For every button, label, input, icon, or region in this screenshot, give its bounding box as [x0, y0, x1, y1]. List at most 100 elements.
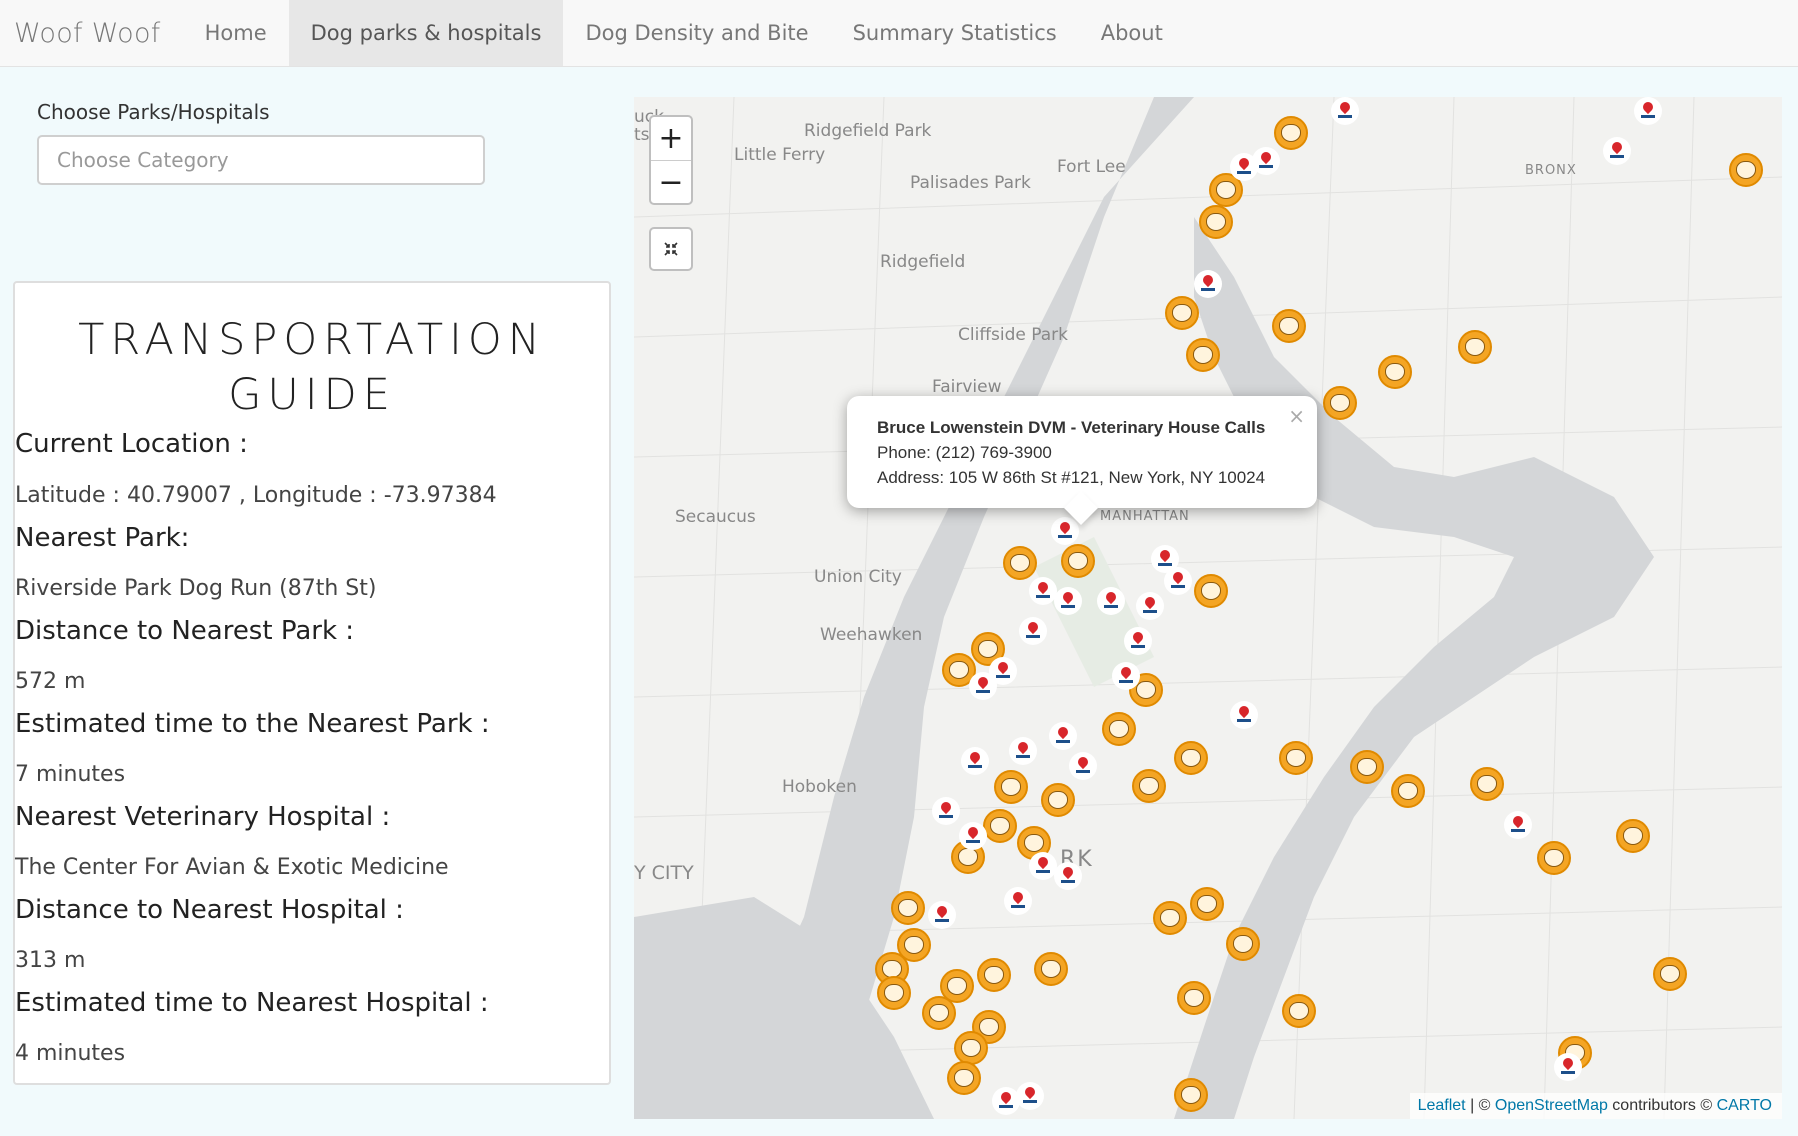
hospital-marker[interactable] [969, 672, 997, 700]
category-select[interactable]: Choose Category [37, 135, 485, 185]
hospital-marker[interactable] [1069, 752, 1097, 780]
hospital-marker[interactable] [1504, 811, 1532, 839]
dog-park-marker[interactable] [1174, 1078, 1208, 1112]
dog-park-marker[interactable] [1272, 309, 1306, 343]
dog-park-marker[interactable] [1165, 296, 1199, 330]
popup-close-button[interactable]: × [1288, 404, 1305, 428]
label-bronx: BRONX [1525, 163, 1577, 178]
time-hospital-value: 4 minutes [15, 1041, 126, 1066]
dog-park-marker[interactable] [1034, 952, 1068, 986]
nav-summary-statistics[interactable]: Summary Statistics [831, 0, 1079, 66]
hospital-marker[interactable] [932, 797, 960, 825]
dog-park-marker[interactable] [1177, 981, 1211, 1015]
dog-park-marker[interactable] [1378, 355, 1412, 389]
hospital-marker[interactable] [1029, 577, 1057, 605]
top-navbar: Woof Woof Home Dog parks & hospitals Dog… [0, 0, 1798, 67]
hospital-marker[interactable] [1124, 627, 1152, 655]
fullscreen-button[interactable] [649, 227, 693, 271]
dog-park-marker[interactable] [954, 1031, 988, 1065]
nav-about[interactable]: About [1079, 0, 1185, 66]
hospital-marker[interactable] [1634, 97, 1662, 125]
distance-hospital-label: Distance to Nearest Hospital : [15, 895, 404, 925]
dog-park-marker[interactable] [1458, 330, 1492, 364]
distance-park-value: 572 m [15, 669, 86, 694]
zoom-control: + − [649, 115, 693, 205]
dog-park-marker[interactable] [1132, 769, 1166, 803]
nav-home[interactable]: Home [183, 0, 289, 66]
dog-park-marker[interactable] [1616, 819, 1650, 853]
hospital-marker[interactable] [1230, 153, 1258, 181]
hospital-marker[interactable] [961, 747, 989, 775]
hospital-marker[interactable] [959, 822, 987, 850]
nav-dog-parks-hospitals[interactable]: Dog parks & hospitals [288, 0, 564, 66]
label-union-city: Union City [814, 567, 902, 587]
dog-park-marker[interactable] [1226, 927, 1260, 961]
label-secaucus: Secaucus [675, 507, 756, 527]
hospital-marker[interactable] [1136, 592, 1164, 620]
dog-park-marker[interactable] [1350, 750, 1384, 784]
dog-park-marker[interactable] [1003, 546, 1037, 580]
nearest-park-label: Nearest Park: [15, 523, 190, 553]
hospital-marker[interactable] [1051, 517, 1079, 545]
dog-park-marker[interactable] [1279, 741, 1313, 775]
leaflet-link[interactable]: Leaflet [1418, 1097, 1466, 1114]
label-city-fragment: Y CITY [634, 862, 694, 884]
category-label: Choose Parks/Hospitals [37, 100, 270, 124]
hospital-marker[interactable] [1029, 852, 1057, 880]
dog-park-marker[interactable] [1174, 741, 1208, 775]
dog-park-marker[interactable] [1282, 994, 1316, 1028]
attribution-contributors: contributors © [1607, 1097, 1717, 1114]
zoom-in-button[interactable]: + [651, 117, 691, 160]
hospital-marker[interactable] [1112, 662, 1140, 690]
label-little-ferry: Little Ferry [734, 145, 826, 165]
leaflet-map[interactable]: Ridgefield Park Little Ferry Palisades P… [634, 97, 1782, 1119]
category-placeholder: Choose Category [57, 148, 229, 172]
carto-link[interactable]: CARTO [1717, 1097, 1772, 1114]
hospital-marker[interactable] [1164, 567, 1192, 595]
dog-park-marker[interactable] [891, 891, 925, 925]
hospital-marker[interactable] [1554, 1053, 1582, 1081]
hospital-marker[interactable] [1230, 701, 1258, 729]
dog-park-marker[interactable] [1653, 957, 1687, 991]
dog-park-marker[interactable] [1199, 205, 1233, 239]
hospital-marker[interactable] [1016, 1082, 1044, 1110]
dog-park-marker[interactable] [1537, 841, 1571, 875]
dog-park-marker[interactable] [1190, 887, 1224, 921]
dog-park-marker[interactable] [1153, 901, 1187, 935]
dog-park-marker[interactable] [1194, 574, 1228, 608]
hospital-marker[interactable] [1194, 270, 1222, 298]
hospital-marker[interactable] [1603, 137, 1631, 165]
dog-park-marker[interactable] [1470, 767, 1504, 801]
distance-hospital-value: 313 m [15, 948, 86, 973]
osm-link[interactable]: OpenStreetMap [1495, 1097, 1608, 1114]
hospital-marker[interactable] [1331, 97, 1359, 125]
brand-logo[interactable]: Woof Woof [0, 0, 183, 66]
hospital-marker[interactable] [928, 901, 956, 929]
dog-park-marker[interactable] [1186, 338, 1220, 372]
dog-park-marker[interactable] [877, 976, 911, 1010]
dog-park-marker[interactable] [1274, 116, 1308, 150]
attribution-separator: | © [1465, 1097, 1495, 1114]
hospital-marker[interactable] [1054, 862, 1082, 890]
hospital-marker[interactable] [1054, 587, 1082, 615]
hospital-marker[interactable] [1019, 617, 1047, 645]
dog-park-marker[interactable] [1391, 774, 1425, 808]
dog-park-marker[interactable] [1102, 712, 1136, 746]
hospital-marker[interactable] [1004, 887, 1032, 915]
dog-park-marker[interactable] [983, 809, 1017, 843]
zoom-out-button[interactable]: − [651, 160, 691, 204]
nav-dog-density-bite[interactable]: Dog Density and Bite [563, 0, 830, 66]
dog-park-marker[interactable] [1729, 153, 1763, 187]
dog-park-marker[interactable] [1323, 386, 1357, 420]
hospital-marker[interactable] [1049, 722, 1077, 750]
dog-park-marker[interactable] [922, 996, 956, 1030]
dog-park-marker[interactable] [1061, 544, 1095, 578]
label-fairview: Fairview [932, 377, 1002, 397]
hospital-marker[interactable] [1097, 587, 1125, 615]
hospital-marker[interactable] [1009, 737, 1037, 765]
dog-park-marker[interactable] [994, 770, 1028, 804]
dog-park-marker[interactable] [947, 1061, 981, 1095]
dog-park-marker[interactable] [1041, 783, 1075, 817]
label-fort-lee: Fort Lee [1057, 157, 1126, 177]
dog-park-marker[interactable] [977, 958, 1011, 992]
